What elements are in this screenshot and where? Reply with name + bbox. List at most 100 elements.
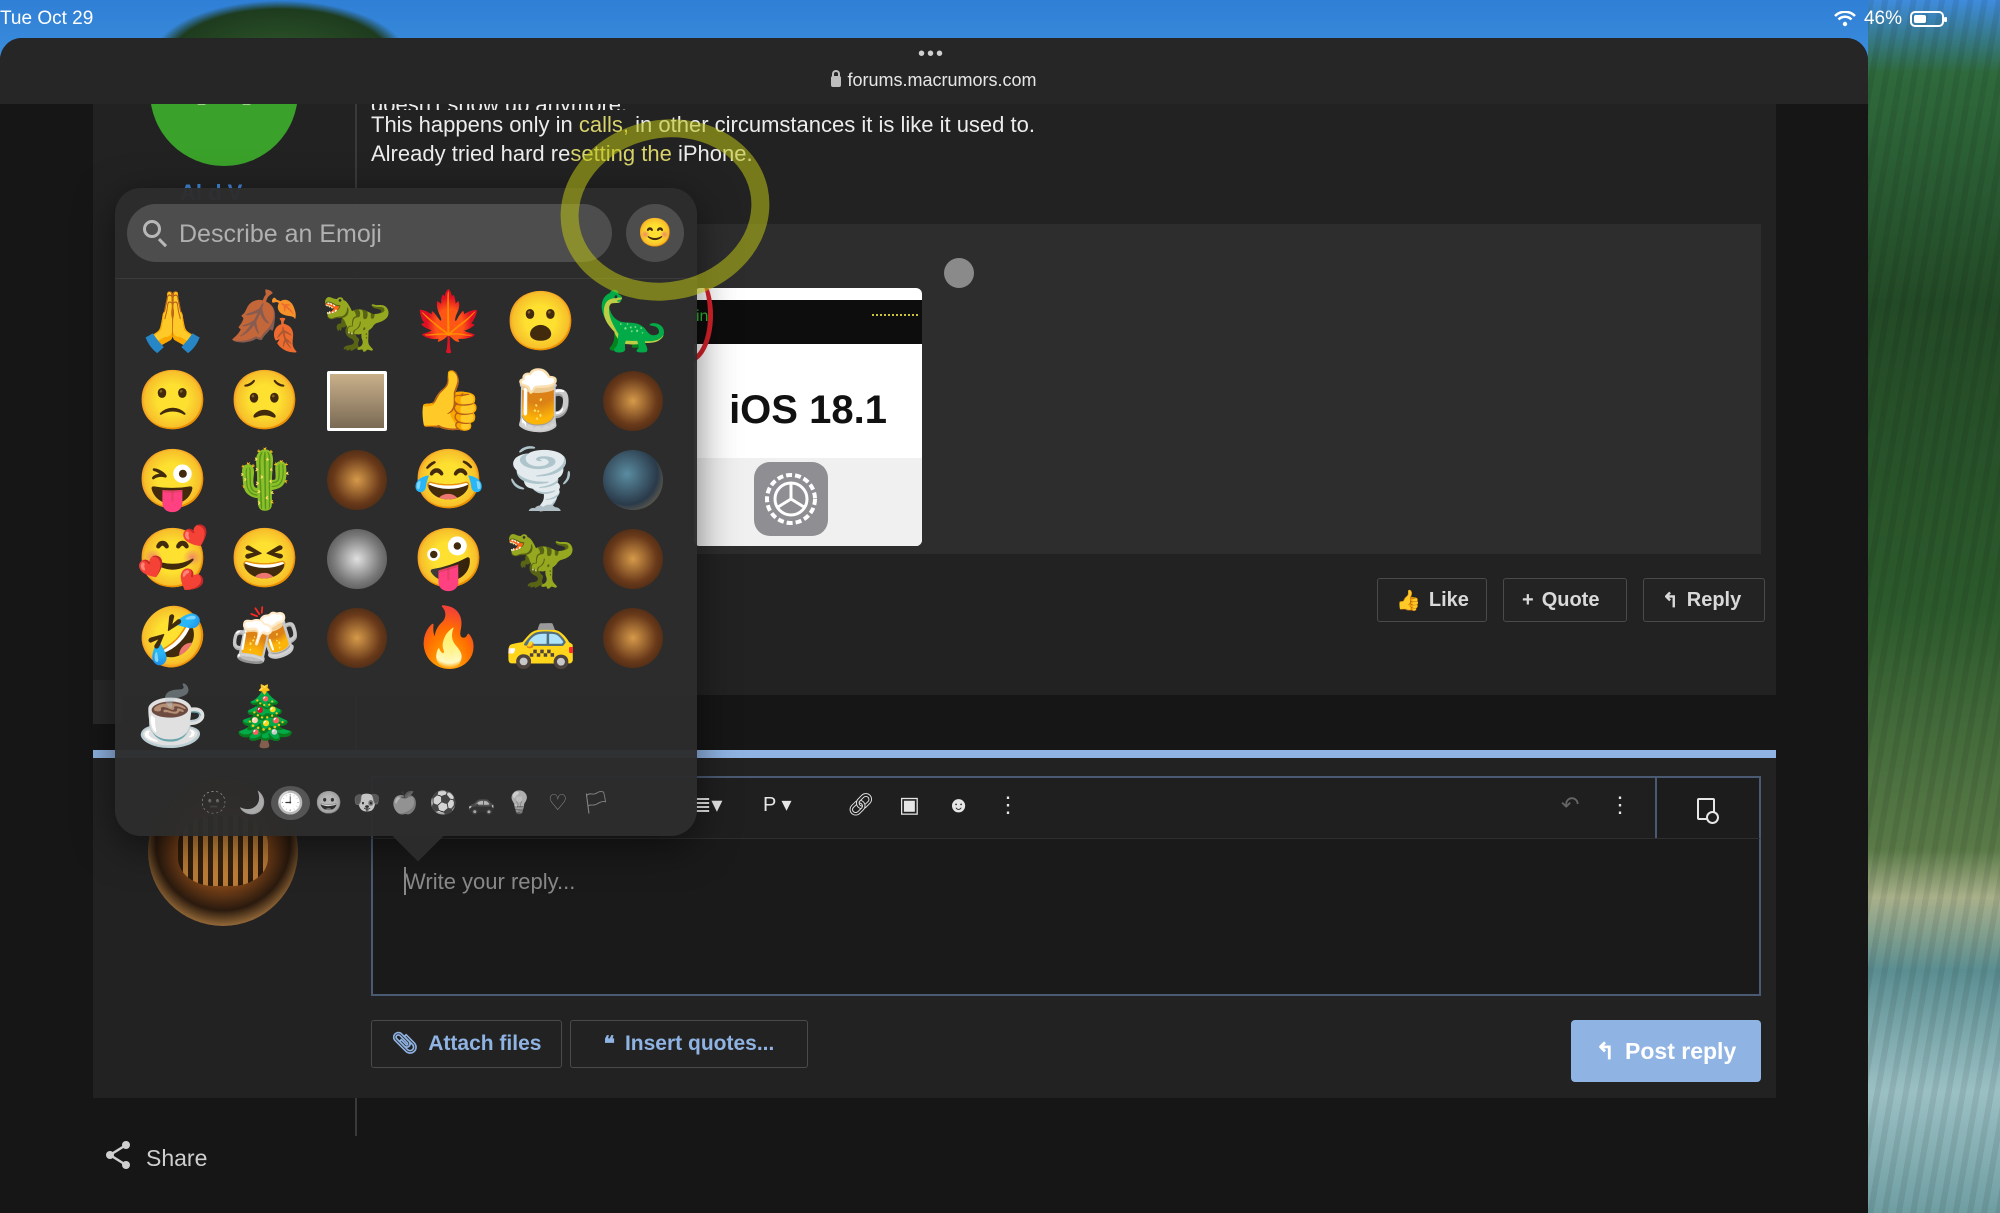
emoji-cell[interactable] [319,442,395,518]
emoji-cell[interactable]: 🦖 [319,284,395,360]
thumbs-up-icon: 👍 [1396,589,1421,612]
wallpaper-river-scene [1868,0,2000,1213]
battery-icon [1910,11,1947,27]
window-more-dots[interactable]: ••• [918,44,945,64]
battery-percent: 46% [1863,8,1902,29]
emoji-cell[interactable]: ☕ [135,679,211,755]
align-icon[interactable]: ≣▾ [693,792,722,818]
reply-arrow-icon: ↰ [1595,1037,1616,1064]
emoji-cell[interactable]: 🎄 [227,679,303,755]
emoji-cell[interactable]: 🤪 [411,521,487,597]
objects-category-icon[interactable]: 💡 [501,786,539,820]
like-button[interactable]: 👍 Like [1377,578,1487,622]
emoji-cell[interactable]: 🤣 [135,600,211,676]
quote-button[interactable]: + Quote [1503,578,1627,622]
preview-doc-icon [1697,798,1719,824]
reply-button[interactable]: ↰ Reply [1643,578,1765,622]
share-link[interactable]: Share [104,1140,207,1176]
emoji-category-bar: 🫥 🌙 🕘 😀 🐶 🍏 ⚽ 🚗 💡 ♡ 🏳 [195,786,615,820]
emoji-search-placeholder: Describe an Emoji [179,220,382,248]
status-indicators: 46% [1834,8,1947,30]
emoji-cell[interactable]: 🥰 [135,521,211,597]
sticker-image [603,450,663,510]
insert-quotes-label: Insert quotes... [624,1032,775,1055]
emoji-cell[interactable]: 👍 [411,363,487,439]
attach-files-label: Attach files [428,1032,542,1055]
emoji-cell[interactable]: 🙏 [135,284,211,360]
share-icon [104,1140,132,1176]
smiley-icon[interactable]: ☻ [947,792,970,818]
address-bar[interactable]: forums.macrumors.com [0,70,1868,91]
sticker-image [327,608,387,668]
emoji-cell[interactable]: 😜 [135,442,211,518]
quote-marks-icon: ❝ [603,1032,615,1056]
paperclip-icon: 📎︎ [391,1032,419,1055]
emoji-cell[interactable]: 🦖 [503,521,579,597]
flag-category-icon[interactable]: 🏳 [577,786,615,820]
emoji-cell[interactable]: 😟 [227,363,303,439]
moon-category-icon[interactable]: 🌙 [233,786,271,820]
emoji-cell[interactable]: 🍁 [411,284,487,360]
browser-toolbar: ••• forums.macrumors.com [0,38,1868,104]
heart-category-icon[interactable]: ♡ [539,786,577,820]
reply-arrow-icon: ↰ [1662,589,1679,612]
sports-category-icon[interactable]: ⚽ [424,786,462,820]
image-icon[interactable]: ▣ [899,792,920,818]
toolbar-more-icon[interactable]: ⋮ [1609,792,1631,818]
sticker-image [603,529,663,589]
emoji-cell[interactable] [319,600,395,676]
emoji-cell[interactable] [595,363,671,439]
emoji-cell[interactable]: 😮 [503,284,579,360]
thumbnail-dots [872,314,918,316]
settings-gear-icon [754,462,828,536]
quote-label: Quote [1541,588,1600,611]
emoji-cell[interactable]: 🌪️ [503,442,579,518]
smiley-category-icon[interactable]: 😀 [310,786,348,820]
cursor-indicator [944,258,974,288]
paragraph-format-dropdown[interactable]: P ▾ [763,792,792,817]
travel-category-icon[interactable]: 🚗 [462,786,500,820]
emoji-cell[interactable] [595,600,671,676]
food-category-icon[interactable]: 🍏 [386,786,424,820]
more-options-icon[interactable]: ⋮ [997,792,1019,818]
attachment-thumbnail[interactable]: in iOS 18.1 [694,288,922,546]
clock-recent-icon[interactable]: 🕘 [271,786,310,820]
emoji-search-field[interactable]: Describe an Emoji [127,204,612,262]
emoji-cell[interactable]: 🔥 [411,600,487,676]
sticker-image [603,608,663,668]
plus-icon: + [1522,588,1534,611]
emoji-cell[interactable] [595,521,671,597]
attach-files-button[interactable]: 📎︎ Attach files [371,1020,562,1068]
post-reply-button[interactable]: ↰ Post reply [1571,1020,1761,1082]
preview-toggle[interactable] [1655,776,1759,840]
status-bar: Tue Oct 29 46% [0,0,2000,36]
emoji-cell[interactable] [595,442,671,518]
animal-category-icon[interactable]: 🐶 [348,786,386,820]
emoji-cell[interactable]: 🌵 [227,442,303,518]
sticker-image [327,529,387,589]
emoji-cell[interactable]: 😂 [411,442,487,518]
undo-icon[interactable]: ↶ [1561,792,1579,818]
url-text: forums.macrumors.com [847,70,1037,90]
emoji-cell[interactable] [319,521,395,597]
emoji-cell[interactable]: 🍂 [227,284,303,360]
reply-label: Reply [1686,588,1742,611]
link-icon[interactable]: 🔗︎ [847,792,875,818]
emoji-cell[interactable]: 🍻 [227,600,303,676]
emoji-cell[interactable]: 🙁 [135,363,211,439]
insert-quotes-button[interactable]: ❝ Insert quotes... [570,1020,808,1068]
search-icon [143,220,161,238]
reply-textarea[interactable]: Write your reply... [371,838,1761,996]
emoji-cell[interactable]: 🍺 [503,363,579,439]
emoji-cell[interactable]: 🚕 [503,600,579,676]
sticker-image [327,450,387,510]
emoji-cell[interactable]: 😆 [227,521,303,597]
sticker-image [603,371,663,431]
emoji-cell[interactable] [319,363,395,439]
thumbnail-title: iOS 18.1 [729,388,887,432]
reply-placeholder: Write your reply... [405,869,576,894]
share-label: Share [146,1144,208,1171]
post-reply-label: Post reply [1625,1037,1737,1064]
sticker-image [327,371,387,431]
genmoji-category-icon[interactable]: 🫥 [195,786,233,820]
